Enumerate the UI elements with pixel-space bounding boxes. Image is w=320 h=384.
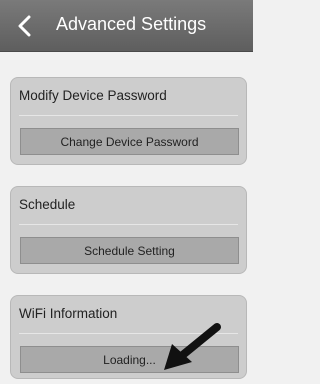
page-title: Advanced Settings [56, 14, 207, 34]
section-schedule: Schedule Schedule Setting [10, 186, 247, 274]
section-title: Schedule [19, 197, 76, 212]
divider [19, 224, 238, 225]
back-chevron-icon [18, 15, 31, 37]
back-button[interactable] [10, 8, 40, 44]
change-device-password-button[interactable]: Change Device Password [20, 128, 239, 155]
divider [19, 115, 238, 116]
section-title: WiFi Information [19, 306, 118, 321]
pointer-arrow-icon [164, 323, 221, 370]
schedule-setting-button[interactable]: Schedule Setting [20, 237, 239, 264]
section-title: Modify Device Password [19, 88, 167, 103]
top-bar: Advanced Settings [0, 0, 253, 52]
section-modify-device-password: Modify Device Password Change Device Pas… [10, 77, 247, 165]
